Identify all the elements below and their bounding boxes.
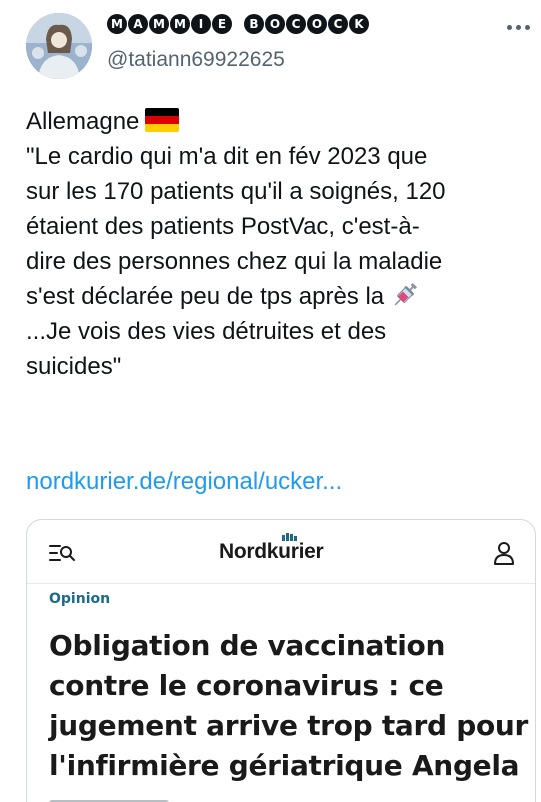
brand-logo: Nordkurier [219,533,324,564]
card-header: Nordkurier [27,520,535,584]
display-name-letter: K [349,14,369,34]
display-name-letter: C [286,14,306,34]
menu-search-icon[interactable] [49,543,77,563]
tweet: MAMMIEBOCOCK @tatiann69922625 Allemagne … [0,0,541,802]
germany-flag-icon [145,108,180,132]
display-name-letter [233,14,243,34]
user-handle[interactable]: @tatiann69922625 [107,48,285,72]
tweet-line: ...Je vois des vies détruites et des [26,318,387,345]
tweet-line: Allemagne [26,104,526,139]
user-icon[interactable] [493,541,515,565]
avatar-image [26,13,92,79]
tweet-line: s'est déclarée peu de tps après la [26,279,526,314]
display-name-letter: O [307,14,327,34]
display-name-letter: A [128,14,148,34]
display-name-letter: M [107,14,127,34]
display-name-letter: E [212,14,232,34]
tweet-line: "Le cardio qui m'a dit en fév 2023 que [26,143,428,170]
tweet-line: dire des personnes chez qui la maladie [26,248,443,275]
headline-line: Obligation de vaccination [49,629,446,662]
headline-line: jugement arrive trop tard pour [49,709,529,742]
display-name-letter: O [265,14,285,34]
display-name-letter: B [244,14,264,34]
display-name-letter: M [149,14,169,34]
display-name-letter: M [170,14,190,34]
article-category: Opinion [49,591,111,607]
avatar[interactable] [26,13,92,79]
link-preview-card[interactable]: Nordkurier Opinion Obligation de vaccina… [26,519,536,802]
headline-line: contre le coronavirus : ce [49,669,444,702]
article-link[interactable]: nordkurier.de/regional/ucker... [26,464,342,499]
headline-line: l'infirmière gériatrique Angela [49,749,520,782]
tweet-line: étaient des patients PostVac, c'est-à- [26,213,420,240]
more-options-icon[interactable] [503,14,533,40]
display-name-letter: C [328,14,348,34]
display-name[interactable]: MAMMIEBOCOCK [107,14,369,34]
article-headline: Obligation de vaccination contre le coro… [49,626,529,786]
brand-name: Nordkurier [219,540,324,563]
tweet-line: suicides" [26,353,122,380]
logo-mark-icon [282,533,297,541]
display-name-letter: I [191,14,211,34]
tweet-text: Allemagne "Le cardio qui m'a dit en fév … [26,104,526,384]
syringe-icon [394,282,418,306]
tweet-line: sur les 170 patients qu'il a soignés, 12… [26,178,446,205]
